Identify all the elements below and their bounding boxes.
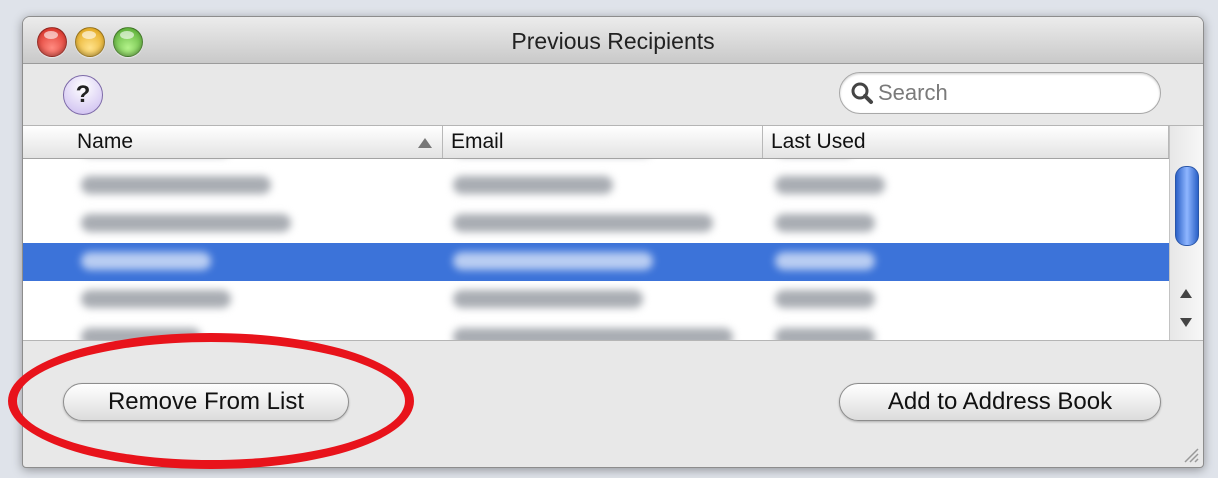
table-row[interactable] <box>23 205 1169 243</box>
scroll-up-arrow-icon[interactable] <box>1180 289 1192 298</box>
table-row[interactable] <box>23 281 1169 319</box>
redacted-date-cell <box>775 252 875 270</box>
table-header: Name Email Last Used <box>23 126 1169 159</box>
redacted-email-cell <box>453 328 733 340</box>
table-row[interactable] <box>23 319 1169 340</box>
redacted-date-cell <box>775 328 875 340</box>
resize-grip-icon[interactable] <box>1181 445 1199 463</box>
scrollbar-thumb[interactable] <box>1175 166 1199 246</box>
redacted-email-cell <box>453 214 713 232</box>
redacted-name-cell <box>81 176 271 194</box>
window-title: Previous Recipients <box>511 28 715 54</box>
redacted-date-cell <box>775 290 875 308</box>
redacted-email-cell <box>453 252 653 270</box>
table-row[interactable] <box>23 167 1169 205</box>
column-header-label: Name <box>77 130 134 153</box>
search-field[interactable] <box>839 72 1161 114</box>
search-input[interactable] <box>876 79 1150 107</box>
redacted-date-cell <box>775 214 875 232</box>
column-header-last-used[interactable]: Last Used <box>763 126 1169 158</box>
redacted-name-cell <box>81 252 211 270</box>
redacted-date-cell <box>775 176 885 194</box>
title-bar: Previous Recipients <box>23 17 1203 64</box>
vertical-scrollbar[interactable] <box>1169 126 1203 340</box>
table-row-selected[interactable] <box>23 243 1169 281</box>
column-header-label: Email <box>451 130 504 153</box>
column-header-email[interactable]: Email <box>443 126 763 158</box>
redacted-email-cell <box>453 176 613 194</box>
sort-ascending-icon <box>418 138 432 148</box>
recipients-table: Name Email Last Used <box>23 125 1203 341</box>
redacted-name-cell <box>81 214 291 232</box>
table-rows <box>23 159 1169 340</box>
add-to-address-book-button[interactable]: Add to Address Book <box>839 383 1161 421</box>
help-button[interactable]: ? <box>63 75 103 115</box>
redacted-name-cell <box>81 290 231 308</box>
column-header-label: Last Used <box>771 130 866 153</box>
redacted-name-cell <box>81 328 201 340</box>
search-icon <box>851 82 873 104</box>
previous-recipients-window: Previous Recipients ? Name Email Last Us… <box>22 16 1204 468</box>
table-row[interactable] <box>23 159 1169 167</box>
column-header-name[interactable]: Name <box>69 126 443 158</box>
redacted-email-cell <box>453 290 643 308</box>
remove-from-list-button[interactable]: Remove From List <box>63 383 349 421</box>
scroll-down-arrow-icon[interactable] <box>1180 318 1192 327</box>
